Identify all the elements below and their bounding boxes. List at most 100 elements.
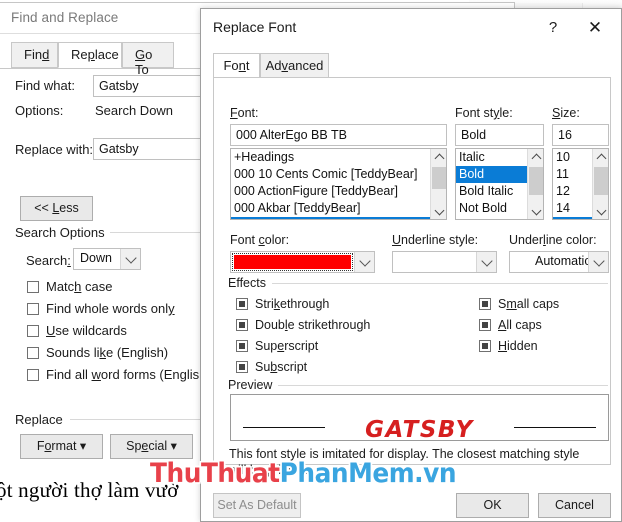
font-list-item[interactable]: 000 Akbar [TeddyBear] (231, 200, 446, 217)
font-style-label: Font style: (455, 106, 513, 120)
effect-strikethrough[interactable]: Strikethrough (236, 297, 329, 311)
effects-group-title: Effects (228, 276, 271, 290)
font-style-list-scrollbar[interactable] (527, 149, 543, 219)
effect-double-strikethrough[interactable]: Double strikethrough (236, 318, 370, 332)
checkbox-box[interactable] (479, 298, 491, 310)
underline-color-label: Underline color: (509, 233, 597, 247)
effect-small-caps[interactable]: Small caps (479, 297, 559, 311)
checkbox-label: Find all word forms (English) (46, 367, 211, 382)
scroll-up-icon[interactable] (593, 149, 608, 165)
checkbox-box[interactable] (27, 369, 39, 381)
replace-group-title: Replace (15, 412, 68, 427)
replace-font-title: Replace Font (213, 19, 297, 35)
replace-font-titlebar: Replace Font ? ✕ (201, 9, 621, 45)
size-list-scrollbar[interactable] (592, 149, 608, 219)
scroll-down-icon[interactable] (528, 203, 543, 219)
effect-label: Small caps (498, 297, 560, 311)
tab-replace[interactable]: Replace (58, 42, 122, 68)
options-value: Search Down (95, 103, 174, 118)
replace-font-dialog: Replace Font ? ✕ Font Advanced Font: +He… (200, 8, 622, 522)
help-icon[interactable]: ? (538, 16, 568, 40)
chevron-down-icon[interactable] (588, 252, 608, 272)
checkbox-use-wildcards[interactable]: Use wildcards (27, 323, 127, 338)
underline-style-combo[interactable] (392, 251, 497, 273)
tab-find[interactable]: Find (11, 42, 58, 68)
find-what-label: Find what: (15, 78, 75, 93)
checkbox-whole-words[interactable]: Find whole words only (27, 301, 175, 316)
checkbox-box[interactable] (27, 325, 39, 337)
font-color-picker[interactable] (230, 251, 375, 273)
font-list-item[interactable]: 000 ActionFigure [TeddyBear] (231, 183, 446, 200)
font-name-input[interactable] (230, 124, 447, 146)
format-button[interactable]: Format ▾ (20, 434, 103, 459)
options-label: Options: (15, 103, 64, 118)
tab-find-label: Find (24, 47, 50, 62)
tab-advanced[interactable]: Advanced (260, 53, 329, 78)
less-button[interactable]: << Less (20, 196, 93, 221)
scrollbar-thumb[interactable] (594, 167, 608, 195)
font-label: Font: (230, 106, 259, 120)
font-list[interactable]: +Headings 000 10 Cents Comic [TeddyBear]… (230, 148, 447, 220)
watermark-thuthuatphanmem: ThuThuatPhanMem.vn (150, 458, 457, 489)
tab-advanced-label: Advanced (265, 58, 324, 73)
checkbox-label: Sounds like (English) (46, 345, 169, 360)
scrollbar-thumb[interactable] (529, 167, 543, 195)
watermark-part-4: .vn (414, 458, 457, 489)
effect-hidden[interactable]: Hidden (479, 339, 538, 353)
checkbox-box[interactable] (27, 303, 39, 315)
tab-font[interactable]: Font (213, 53, 260, 78)
checkbox-box[interactable] (479, 319, 491, 331)
special-button-label: Special ▾ (126, 439, 177, 453)
checkbox-box[interactable] (27, 347, 39, 359)
watermark-part-1: Thu (150, 458, 201, 489)
chevron-down-icon[interactable] (354, 252, 374, 272)
effect-all-caps[interactable]: All caps (479, 318, 542, 332)
tab-goto[interactable]: Go To (122, 42, 174, 77)
close-icon[interactable]: ✕ (575, 16, 615, 40)
underline-color-combo[interactable]: Automatic (509, 251, 609, 273)
effect-label: Subscript (255, 360, 308, 374)
font-style-list[interactable]: Italic Bold Bold Italic Not Bold Not Ita… (455, 148, 544, 220)
underline-color-value: Automatic (535, 254, 591, 268)
font-color-swatch (232, 253, 353, 271)
font-list-scrollbar[interactable] (430, 149, 446, 219)
checkbox-box[interactable] (236, 361, 248, 373)
checkbox-box[interactable] (479, 340, 491, 352)
checkbox-all-word-forms[interactable]: Find all word forms (English) (27, 367, 211, 382)
effect-subscript[interactable]: Subscript (236, 360, 307, 374)
checkbox-box[interactable] (27, 281, 39, 293)
checkbox-box[interactable] (236, 298, 248, 310)
font-style-input[interactable] (455, 124, 544, 146)
checkbox-box[interactable] (236, 340, 248, 352)
set-as-default-button[interactable]: Set As Default (213, 493, 301, 518)
size-input[interactable] (552, 124, 609, 146)
effect-label: Hidden (498, 339, 538, 353)
preview-divider (278, 385, 608, 386)
checkbox-match-case[interactable]: Match case (27, 279, 112, 294)
effect-superscript[interactable]: Superscript (236, 339, 318, 353)
cancel-button[interactable]: Cancel (538, 493, 611, 518)
search-direction-combo[interactable]: Down (73, 248, 141, 270)
watermark-part-2: Thuat (200, 458, 280, 489)
font-preview-box: GATSBY (230, 394, 609, 443)
font-list-item[interactable]: +Headings (231, 149, 446, 166)
ok-button[interactable]: OK (456, 493, 529, 518)
font-list-item-selected[interactable]: 000 AlterEgo BB TB (231, 217, 446, 219)
scroll-up-icon[interactable] (528, 149, 543, 165)
font-tab-panel: Font: +Headings 000 10 Cents Comic [Tedd… (213, 77, 611, 477)
chevron-down-icon[interactable] (120, 249, 140, 269)
tab-font-label: Font (223, 58, 250, 73)
scroll-up-icon[interactable] (431, 149, 446, 165)
scrollbar-thumb[interactable] (432, 167, 446, 189)
checkbox-box[interactable] (236, 319, 248, 331)
scroll-down-icon[interactable] (431, 203, 446, 219)
size-list[interactable]: 10 11 12 14 16 (552, 148, 609, 220)
chevron-down-icon[interactable] (476, 252, 496, 272)
effect-label: Double strikethrough (255, 318, 371, 332)
checkbox-label: Use wildcards (46, 323, 127, 338)
checkbox-sounds-like[interactable]: Sounds like (English) (27, 345, 168, 360)
effect-label: Strikethrough (255, 297, 330, 311)
special-button[interactable]: Special ▾ (110, 434, 193, 459)
scroll-down-icon[interactable] (593, 203, 608, 219)
font-list-item[interactable]: 000 10 Cents Comic [TeddyBear] (231, 166, 446, 183)
